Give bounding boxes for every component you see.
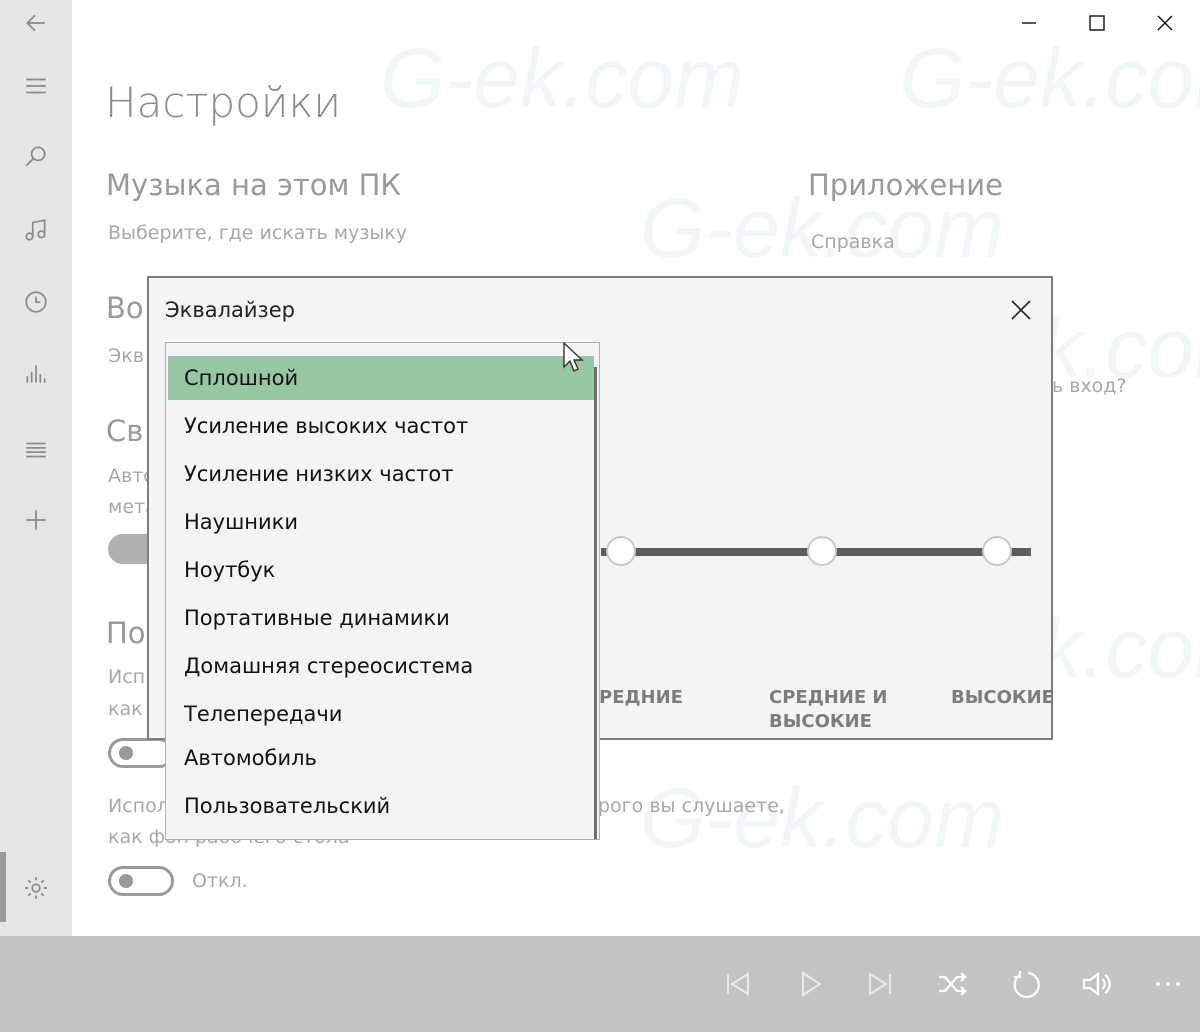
- navigation-rail: [0, 0, 72, 936]
- dialog-title: Эквалайзер: [165, 298, 295, 322]
- background-toggle-label: Откл.: [192, 870, 248, 892]
- background-description-1-end: рого вы слушаете,: [598, 795, 785, 817]
- repeat-button[interactable]: [998, 956, 1054, 1012]
- preset-item[interactable]: Наушники: [168, 500, 594, 544]
- preset-item[interactable]: Ноутбук: [168, 548, 594, 592]
- preset-item[interactable]: Портативные динамики: [168, 596, 594, 640]
- watermark: G-ek.com: [640, 771, 1005, 865]
- band-label-high: ВЫСОКИЕ: [951, 687, 1054, 708]
- next-button[interactable]: [852, 956, 908, 1012]
- close-icon: [1157, 15, 1173, 31]
- mouse-cursor-icon: [563, 342, 584, 372]
- light-heading: Св: [106, 414, 144, 448]
- more-button[interactable]: [1140, 956, 1196, 1012]
- equalizer-icon[interactable]: [0, 344, 72, 404]
- preset-item[interactable]: Телепередачи: [168, 692, 594, 736]
- app-section-heading: Приложение: [808, 168, 1003, 202]
- preset-item[interactable]: Сплошной: [168, 356, 594, 400]
- preset-item[interactable]: Автомобиль: [168, 736, 594, 780]
- mid-high-slider-thumb[interactable]: [807, 536, 837, 566]
- back-arrow-icon[interactable]: [0, 0, 72, 46]
- play-icon: [802, 971, 822, 997]
- preset-item[interactable]: Домашняя стереосистема: [168, 644, 594, 688]
- band-label-mid: РЕДНИЕ: [599, 687, 683, 708]
- preset-item[interactable]: Усиление высоких частот: [168, 404, 594, 448]
- mid-slider-thumb[interactable]: [606, 536, 636, 566]
- volume-button[interactable]: [1068, 956, 1124, 1012]
- help-link[interactable]: Справка: [811, 231, 895, 253]
- plus-icon[interactable]: [0, 490, 72, 550]
- close-icon: [1011, 300, 1031, 320]
- previous-button[interactable]: [710, 956, 766, 1012]
- repeat-icon: [1013, 971, 1040, 999]
- volume-icon: [1082, 971, 1111, 997]
- personalization-heading: По: [106, 616, 146, 650]
- sign-in-text: ь вход?: [1052, 375, 1127, 397]
- watermark: G-ek.com: [380, 31, 745, 125]
- gear-icon[interactable]: [0, 858, 72, 918]
- hamburger-menu-icon[interactable]: [0, 56, 72, 116]
- high-slider-thumb[interactable]: [982, 536, 1012, 566]
- list-scrollbar[interactable]: [594, 367, 597, 839]
- personalization-description-2: как: [108, 698, 143, 720]
- background-toggle[interactable]: [108, 866, 174, 896]
- shuffle-button[interactable]: [924, 956, 980, 1012]
- list-icon[interactable]: [0, 420, 72, 480]
- maximize-button[interactable]: [1064, 0, 1130, 46]
- page-title: Настройки: [105, 78, 342, 127]
- band-label-mid-high: СРЕДНИЕ И ВЫСОКИЕ: [769, 687, 888, 732]
- clock-icon[interactable]: [0, 272, 72, 332]
- window-close-button[interactable]: [1132, 0, 1198, 46]
- more-icon: [1156, 982, 1180, 986]
- preset-item[interactable]: Усиление низких частот: [168, 452, 594, 496]
- preset-dropdown-list: Сплошной Усиление высоких частот Усилени…: [165, 342, 600, 840]
- player-bar: [0, 936, 1200, 1032]
- personalization-description-1: Исп: [108, 666, 146, 688]
- music-note-icon[interactable]: [0, 200, 72, 260]
- maximize-icon: [1089, 15, 1105, 31]
- search-icon[interactable]: [0, 126, 72, 186]
- previous-icon: [727, 972, 749, 996]
- music-section-heading: Музыка на этом ПК: [106, 168, 401, 202]
- minimize-button[interactable]: [996, 0, 1062, 46]
- play-button[interactable]: [782, 956, 838, 1012]
- shuffle-icon: [939, 972, 967, 996]
- next-icon: [869, 972, 891, 996]
- playback-heading: Во: [106, 291, 144, 325]
- minimize-icon: [1022, 22, 1036, 24]
- equalizer-link[interactable]: Экв: [108, 345, 144, 367]
- dialog-close-button[interactable]: [1005, 294, 1037, 326]
- preset-item[interactable]: Пользовательский: [168, 784, 594, 828]
- background-description-1: Испол: [108, 795, 169, 817]
- choose-music-location-link[interactable]: Выберите, где искать музыку: [108, 222, 407, 244]
